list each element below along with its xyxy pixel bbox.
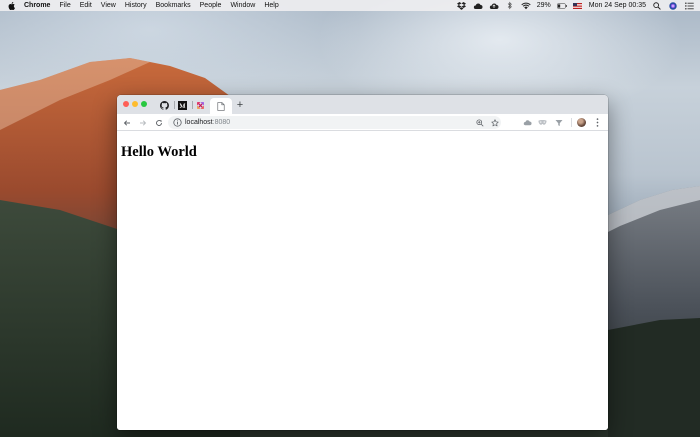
wifi-icon[interactable] (521, 1, 531, 10)
menu-help[interactable]: Help (264, 0, 278, 11)
dropbox-icon[interactable] (457, 1, 467, 10)
browser-toolbar: localhost:8080 (117, 114, 608, 131)
back-button[interactable] (121, 117, 132, 128)
window-minimize-button[interactable] (132, 101, 138, 107)
flag-icon[interactable] (573, 1, 583, 10)
notification-center-icon[interactable] (684, 1, 694, 10)
menu-people[interactable]: People (200, 0, 222, 11)
toolbar-divider (571, 118, 572, 127)
chrome-menu-button[interactable] (592, 117, 603, 128)
tab-separator (192, 101, 193, 109)
page-viewport: Hello World (117, 132, 608, 430)
battery-percent: 29% (536, 2, 551, 9)
menu-bookmarks[interactable]: Bookmarks (156, 0, 191, 11)
tab-github[interactable] (158, 99, 170, 111)
window-maximize-button[interactable] (141, 101, 147, 107)
back-arrow-icon (123, 119, 130, 126)
funnel-extension-icon (555, 119, 562, 126)
cloud-upload-icon[interactable] (489, 1, 499, 10)
kebab-menu-icon (596, 118, 599, 127)
siri-icon[interactable] (668, 1, 678, 10)
tab-localhost-active[interactable] (210, 98, 232, 114)
bookmark-star-icon[interactable] (490, 118, 499, 127)
forward-arrow-icon (139, 119, 146, 126)
address-url: localhost:8080 (185, 116, 230, 129)
menu-view[interactable]: View (101, 0, 116, 11)
menu-bar-status-area: 29% Mon 24 Sep 00:35 (451, 0, 694, 11)
forward-button[interactable] (137, 117, 148, 128)
extension-cloud-button[interactable] (522, 117, 533, 128)
battery-icon[interactable] (556, 1, 567, 10)
reload-icon (155, 119, 162, 126)
window-close-button[interactable] (123, 101, 129, 107)
zoom-icon[interactable] (475, 118, 484, 127)
reload-button[interactable] (153, 117, 164, 128)
menu-window[interactable]: Window (230, 0, 255, 11)
profile-avatar[interactable] (577, 118, 586, 127)
app-icon (196, 101, 204, 109)
browser-window: + localhost:8080 Hello World (117, 95, 608, 430)
tab-app[interactable] (194, 99, 206, 111)
site-info-icon[interactable] (173, 118, 182, 127)
menu-history[interactable]: History (125, 0, 147, 11)
medium-icon (177, 100, 187, 110)
menu-app-name[interactable]: Chrome (24, 0, 50, 11)
menu-edit[interactable]: Edit (80, 0, 92, 11)
spotlight-search-icon[interactable] (652, 1, 662, 10)
page-heading: Hello World (121, 144, 197, 160)
url-host: localhost (185, 119, 213, 126)
apple-icon[interactable] (6, 0, 16, 11)
tab-strip: + (117, 95, 608, 114)
cloud-extension-icon (523, 120, 532, 126)
tab-medium[interactable] (176, 99, 188, 111)
menu-bar: Chrome File Edit View History Bookmarks … (0, 0, 700, 11)
github-icon (159, 100, 169, 110)
url-port: :8080 (212, 119, 231, 126)
extension-mask-button[interactable] (537, 117, 548, 128)
menu-file[interactable]: File (59, 0, 70, 11)
tab-separator (174, 101, 175, 109)
extension-filter-button[interactable] (553, 117, 564, 128)
bluetooth-icon[interactable] (505, 1, 515, 10)
address-bar[interactable]: localhost:8080 (168, 116, 501, 129)
clock[interactable]: Mon 24 Sep 00:35 (589, 0, 646, 11)
cloud-app-icon[interactable] (473, 1, 483, 10)
mask-extension-icon (538, 120, 547, 125)
blank-page-icon (217, 101, 225, 111)
new-tab-button[interactable]: + (234, 99, 246, 111)
